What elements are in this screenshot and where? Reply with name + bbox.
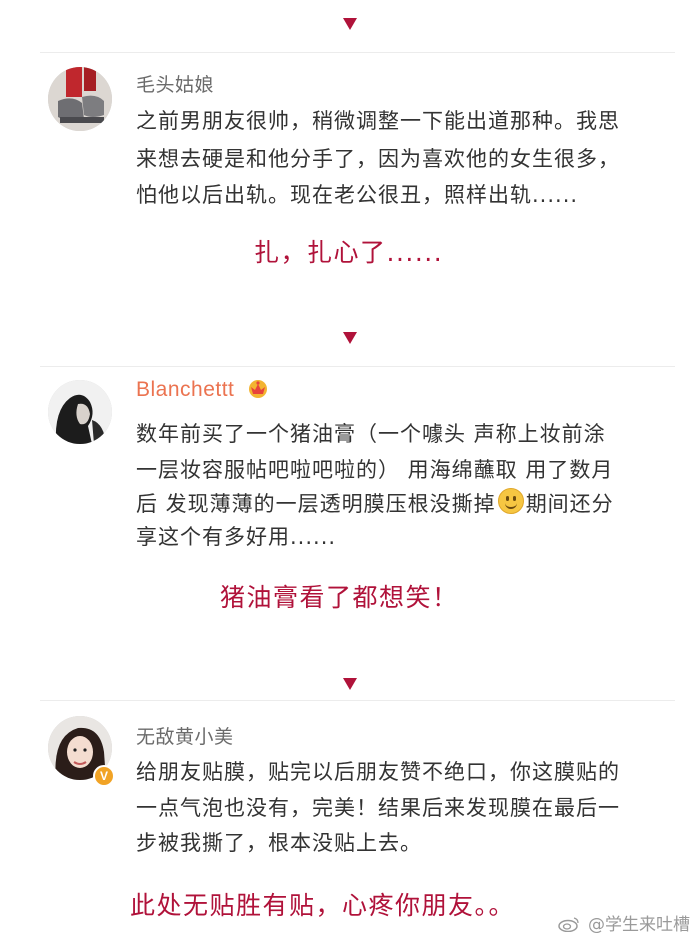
- username[interactable]: 无敌黄小美: [136, 722, 234, 749]
- comment-text-line: 来想去硬是和他分手了，因为喜欢他的女生很多，: [136, 147, 620, 171]
- section-arrow-3: [343, 678, 357, 690]
- comment-text-line: 一点气泡也没有，完美！结果后来发现膜在最后一: [136, 796, 620, 820]
- comment-text-fragment: 期间还分: [525, 492, 614, 516]
- comment-text-line: 步被我撕了，根本没贴上去。: [136, 831, 422, 855]
- username-text[interactable]: Blanchettt: [136, 378, 234, 401]
- avatar[interactable]: [48, 67, 112, 131]
- username[interactable]: 毛头姑娘: [136, 70, 214, 97]
- watermark-text: @学生来吐槽: [588, 915, 690, 935]
- username[interactable]: Blanchettt: [136, 378, 269, 402]
- reaction-caption: 猪油膏看了都想笑！: [220, 583, 459, 612]
- avatar[interactable]: [48, 380, 112, 444]
- section-arrow-2: [343, 332, 357, 344]
- smile-emoji-icon: [497, 488, 524, 514]
- comment-text-line: 怕他以后出轨。现在老公很丑，照样出轨......: [136, 183, 579, 207]
- comment-text-line: 给朋友贴膜，贴完以后朋友赞不绝口，你这膜贴的: [136, 760, 620, 784]
- reaction-caption: 扎，扎心了......: [254, 238, 444, 267]
- comment-text-line: 之前男朋友很帅，稍微调整一下能出道那种。我思: [136, 109, 620, 133]
- comment-text-line: 一层妆容服帖吧啦吧啦的） 用海绵蘸取 用了数月: [136, 458, 614, 482]
- crown-icon: [248, 380, 267, 398]
- watermark: @学生来吐槽: [557, 910, 690, 935]
- reaction-caption: 此处无贴胜有贴，心疼你朋友。。: [130, 891, 516, 920]
- verified-badge-icon: V: [93, 765, 115, 787]
- comment-text-line-with-emoji: 后 发现薄薄的一层透明膜压根没撕掉 期间还分: [136, 488, 614, 518]
- comment-text-fragment: 后 发现薄薄的一层透明膜压根没撕掉: [136, 492, 496, 516]
- section-arrow-1: [343, 18, 357, 30]
- comment-text-line: 享这个有多好用......: [136, 525, 337, 549]
- comment-text-line: 数年前买了一个猪油膏（一个噱头 声称上妆前涂: [136, 422, 606, 446]
- weibo-logo-icon: [557, 917, 579, 932]
